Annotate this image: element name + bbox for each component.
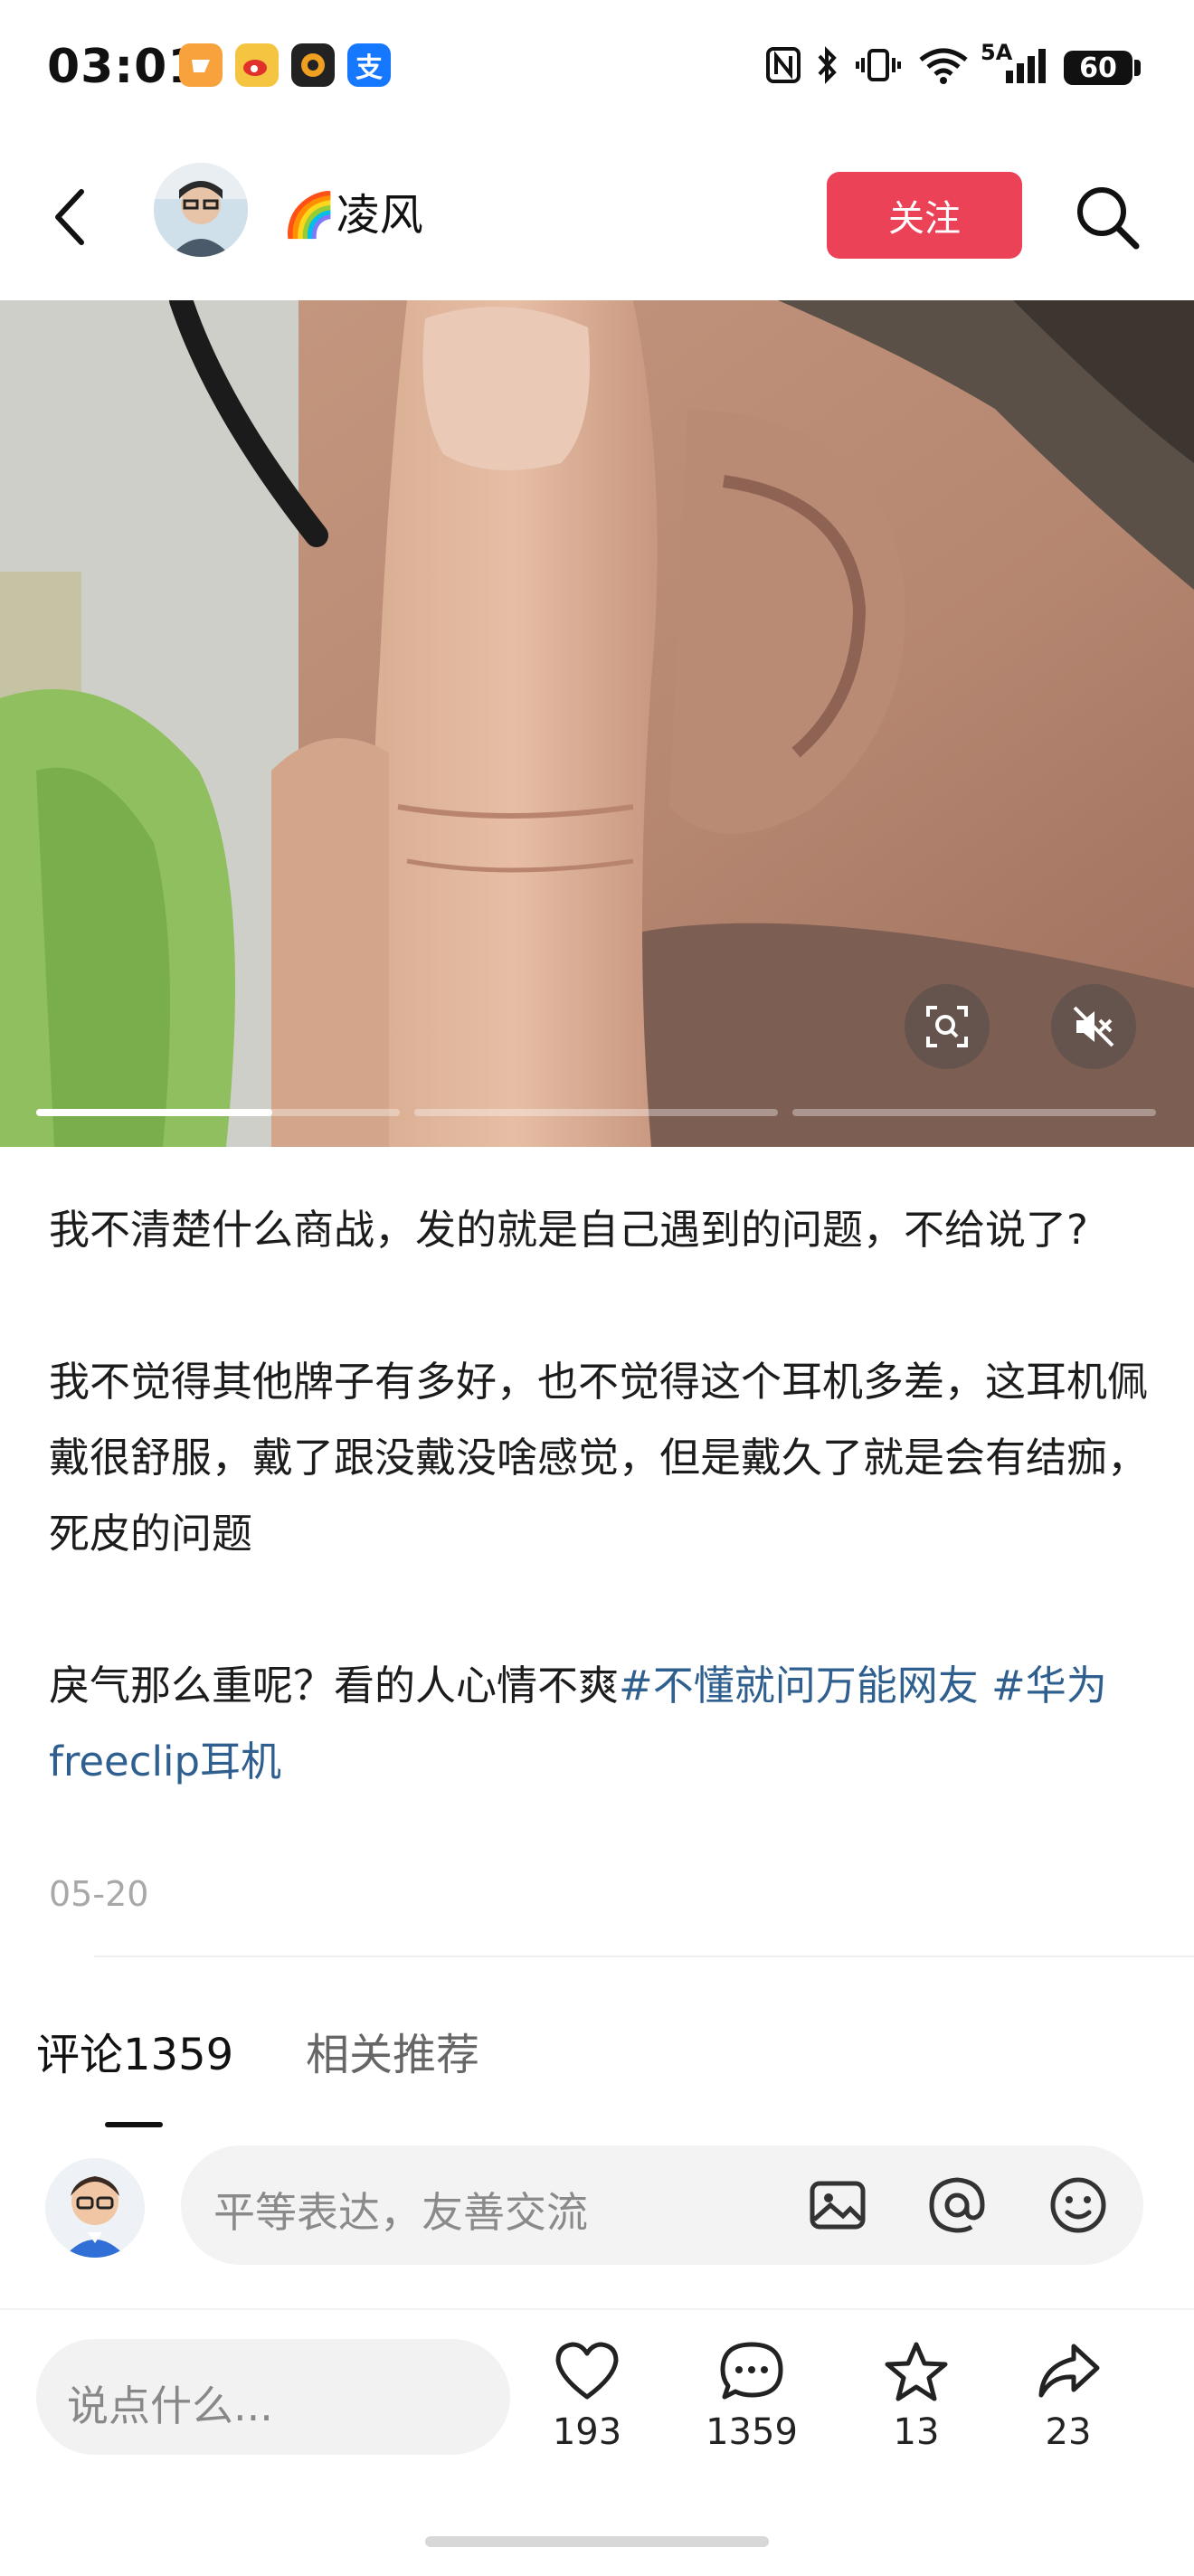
taobao-icon <box>179 43 223 87</box>
comment-button[interactable]: 1359 <box>693 2339 810 2453</box>
share-icon <box>1038 2344 1100 2398</box>
comment-icon <box>720 2342 783 2400</box>
my-avatar <box>45 2158 145 2258</box>
alipay-icon: 支 <box>347 43 391 87</box>
hashtag-link[interactable]: #不懂就问万能网友 <box>619 1662 979 1709</box>
avatar-image <box>154 163 248 257</box>
say-something-placeholder: 说点什么... <box>67 2382 273 2430</box>
follow-button[interactable]: 关注 <box>827 172 1022 259</box>
favorite-button[interactable]: 13 <box>858 2339 975 2453</box>
like-count: 193 <box>552 2411 622 2453</box>
divider <box>0 2308 1194 2310</box>
divider <box>94 1956 1194 1957</box>
nfc-icon <box>766 47 801 83</box>
tab-indicator <box>105 2122 163 2127</box>
share-button[interactable]: 23 <box>1009 2339 1127 2453</box>
status-time: 03:01 <box>47 40 202 94</box>
comment-count: 1359 <box>706 2411 798 2453</box>
image-button[interactable] <box>807 2174 868 2236</box>
battery-tip <box>1134 60 1141 76</box>
status-bar: 03:01 支 5A 60 <box>0 0 1194 145</box>
post-paragraph: 我不清楚什么商战，发的就是自己遇到的问题，不给说了? <box>49 1206 1088 1254</box>
tab-related[interactable]: 相关推荐 <box>306 2019 479 2082</box>
share-count: 23 <box>1045 2411 1092 2453</box>
vibrate-icon <box>856 49 901 81</box>
heart-icon <box>555 2342 619 2400</box>
slide-progress-3 <box>792 1109 1156 1116</box>
chevron-left-icon <box>55 189 84 245</box>
post-body: 我不清楚什么商战，发的就是自己遇到的问题，不给说了? 我不觉得其他牌子有多好，也… <box>49 1192 1152 1876</box>
slide-progress-1 <box>36 1109 400 1116</box>
post-date: 05-20 <box>49 1874 149 1914</box>
search-icon <box>1077 187 1140 250</box>
tab-comments[interactable]: 评论1359 <box>36 2019 233 2082</box>
emoji-button[interactable] <box>1047 2174 1109 2236</box>
post-paragraph: 我不觉得其他牌子有多好，也不觉得这个耳机多差，这耳机佩戴很舒服，戴了跟没戴没啥感… <box>49 1358 1149 1558</box>
battery-indicator: 60 <box>1064 51 1132 85</box>
author-avatar[interactable] <box>154 163 248 257</box>
post-paragraph: 戾气那么重呢？看的人心情不爽#不懂就问万能网友 #华为freeclip耳机 <box>49 1648 1152 1800</box>
search-button[interactable] <box>1071 181 1143 253</box>
mention-button[interactable] <box>926 2174 988 2236</box>
star-icon <box>885 2342 948 2401</box>
slide-progress-fill <box>36 1109 273 1116</box>
mute-icon <box>1073 1006 1114 1047</box>
post-photo <box>0 300 1194 1147</box>
signal-icon <box>1006 49 1046 83</box>
weibo-icon <box>235 43 279 87</box>
home-indicator <box>425 2536 769 2547</box>
comment-input-placeholder: 平等表达，友善交流 <box>213 2188 588 2237</box>
bluetooth-icon <box>818 46 837 84</box>
slide-progress-2 <box>414 1109 778 1116</box>
image-search-button[interactable] <box>905 984 990 1069</box>
post-text: 戾气那么重呢？看的人心情不爽 <box>49 1662 620 1709</box>
avatar-image <box>45 2158 145 2258</box>
at-icon <box>929 2177 985 2233</box>
mute-button[interactable] <box>1051 984 1136 1069</box>
like-button[interactable]: 193 <box>528 2339 646 2453</box>
wifi-icon <box>919 48 968 84</box>
emoji-icon <box>1050 2177 1106 2233</box>
post-media[interactable] <box>0 300 1194 1147</box>
image-icon <box>810 2181 866 2230</box>
back-button[interactable] <box>45 181 100 253</box>
author-name[interactable]: 🌈凌风 <box>282 179 423 242</box>
scan-icon <box>926 1006 968 1047</box>
favorite-count: 13 <box>893 2411 940 2453</box>
app-icon <box>291 43 335 87</box>
